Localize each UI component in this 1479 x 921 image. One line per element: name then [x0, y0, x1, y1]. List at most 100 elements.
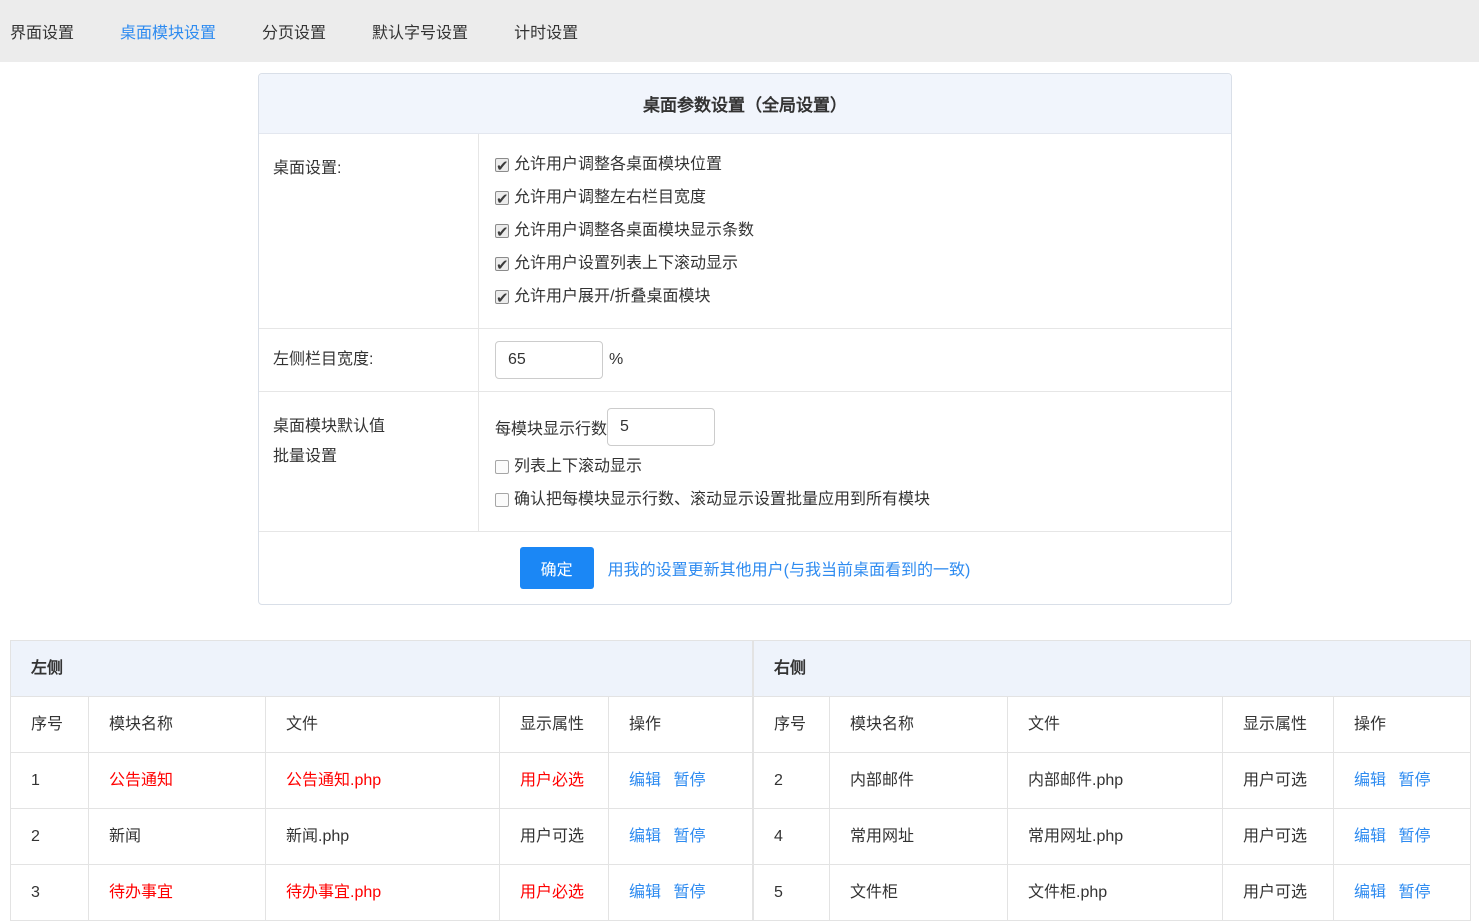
- tab-default-font-size-settings[interactable]: 默认字号设置: [372, 19, 468, 43]
- option-batch-apply-all: 确认把每模块显示行数、滚动显示设置批量应用到所有模块: [495, 488, 1215, 512]
- right-table-band: 右侧: [754, 641, 1471, 697]
- checkbox-adjust-module-position[interactable]: [495, 158, 509, 172]
- option-label: 允许用户展开/折叠桌面模块: [514, 285, 710, 309]
- left-table-title: 左侧: [11, 641, 753, 697]
- cell-actions: 编辑 暂停: [1334, 865, 1471, 921]
- checkbox-expand-collapse[interactable]: [495, 290, 509, 304]
- col-header-actions: 操作: [609, 697, 753, 753]
- pause-link[interactable]: 暂停: [673, 772, 705, 789]
- module-tables: 左侧 序号 模块名称 文件 显示属性 操作 1 公告通知 公告通知.php 用户…: [10, 640, 1469, 921]
- cell-module-name: 公告通知: [89, 753, 266, 809]
- panel-footer: 确定 用我的设置更新其他用户(与我当前桌面看到的一致): [259, 532, 1231, 604]
- option-label: 确认把每模块显示行数、滚动显示设置批量应用到所有模块: [514, 488, 930, 512]
- cell-display-attr: 用户可选: [1223, 809, 1334, 865]
- edit-link[interactable]: 编辑: [1354, 884, 1386, 901]
- option-label: 允许用户调整各桌面模块显示条数: [514, 219, 754, 243]
- percent-unit-label: %: [609, 351, 623, 369]
- cell-file: 待办事宜.php: [266, 865, 500, 921]
- checkbox-adjust-column-width[interactable]: [495, 191, 509, 205]
- module-defaults-content: 每模块显示行数 列表上下滚动显示 确认把每模块显示行数、滚动显示设置批量应用到所…: [479, 392, 1231, 531]
- table-row: 1 公告通知 公告通知.php 用户必选 编辑 暂停: [11, 753, 753, 809]
- cell-module-name: 新闻: [89, 809, 266, 865]
- cell-no: 1: [11, 753, 89, 809]
- col-header-no: 序号: [754, 697, 830, 753]
- module-defaults-label-line1: 桌面模块默认值: [273, 412, 464, 442]
- col-header-display-attr: 显示属性: [500, 697, 609, 753]
- edit-link[interactable]: 编辑: [629, 772, 661, 789]
- col-header-module-name: 模块名称: [830, 697, 1008, 753]
- table-row: 4 常用网址 常用网址.php 用户可选 编辑 暂停: [754, 809, 1471, 865]
- option-adjust-module-position: 允许用户调整各桌面模块位置: [495, 153, 1215, 177]
- cell-file: 新闻.php: [266, 809, 500, 865]
- cell-module-name: 待办事宜: [89, 865, 266, 921]
- cell-display-attr: 用户可选: [1223, 865, 1334, 921]
- right-table-title: 右侧: [754, 641, 1471, 697]
- table-row: 2 新闻 新闻.php 用户可选 编辑 暂停: [11, 809, 753, 865]
- cell-no: 2: [754, 753, 830, 809]
- pause-link[interactable]: 暂停: [673, 884, 705, 901]
- tab-desktop-module-settings[interactable]: 桌面模块设置: [120, 19, 216, 43]
- left-column-width-input[interactable]: [495, 341, 603, 379]
- desktop-settings-row: 桌面设置: 允许用户调整各桌面模块位置 允许用户调整左右栏目宽度 允许用户调整各…: [259, 134, 1231, 329]
- option-label: 允许用户调整左右栏目宽度: [514, 186, 706, 210]
- cell-actions: 编辑 暂停: [1334, 809, 1471, 865]
- desktop-settings-options: 允许用户调整各桌面模块位置 允许用户调整左右栏目宽度 允许用户调整各桌面模块显示…: [479, 134, 1231, 328]
- module-defaults-row: 桌面模块默认值 批量设置 每模块显示行数 列表上下滚动显示 确认把每模块显示行数…: [259, 392, 1231, 532]
- cell-module-name: 内部邮件: [830, 753, 1008, 809]
- cell-no: 2: [11, 809, 89, 865]
- edit-link[interactable]: 编辑: [1354, 828, 1386, 845]
- cell-actions: 编辑 暂停: [609, 865, 753, 921]
- col-header-file: 文件: [266, 697, 500, 753]
- desktop-settings-label: 桌面设置:: [259, 134, 479, 328]
- col-header-module-name: 模块名称: [89, 697, 266, 753]
- cell-module-name: 文件柜: [830, 865, 1008, 921]
- table-row: 2 内部邮件 内部邮件.php 用户可选 编辑 暂停: [754, 753, 1471, 809]
- col-header-actions: 操作: [1334, 697, 1471, 753]
- cell-file: 内部邮件.php: [1008, 753, 1223, 809]
- option-list-scroll: 允许用户设置列表上下滚动显示: [495, 252, 1215, 276]
- table-row: 5 文件柜 文件柜.php 用户可选 编辑 暂停: [754, 865, 1471, 921]
- tab-interface-settings[interactable]: 界面设置: [10, 19, 74, 43]
- cell-display-attr: 用户可选: [500, 809, 609, 865]
- confirm-button[interactable]: 确定: [520, 547, 594, 589]
- option-expand-collapse: 允许用户展开/折叠桌面模块: [495, 285, 1215, 309]
- cell-module-name: 常用网址: [830, 809, 1008, 865]
- table-row: 3 待办事宜 待办事宜.php 用户必选 编辑 暂停: [11, 865, 753, 921]
- pause-link[interactable]: 暂停: [1399, 828, 1431, 845]
- option-adjust-display-count: 允许用户调整各桌面模块显示条数: [495, 219, 1215, 243]
- option-adjust-column-width: 允许用户调整左右栏目宽度: [495, 186, 1215, 210]
- cell-file: 公告通知.php: [266, 753, 500, 809]
- option-label: 允许用户调整各桌面模块位置: [514, 153, 722, 177]
- checkbox-batch-list-scroll[interactable]: [495, 460, 509, 474]
- update-other-users-link[interactable]: 用我的设置更新其他用户(与我当前桌面看到的一致): [608, 556, 971, 580]
- cell-file: 文件柜.php: [1008, 865, 1223, 921]
- edit-link[interactable]: 编辑: [629, 884, 661, 901]
- tab-timing-settings[interactable]: 计时设置: [514, 19, 578, 43]
- option-label: 列表上下滚动显示: [514, 455, 642, 479]
- edit-link[interactable]: 编辑: [629, 828, 661, 845]
- cell-file: 常用网址.php: [1008, 809, 1223, 865]
- cell-no: 5: [754, 865, 830, 921]
- col-header-file: 文件: [1008, 697, 1223, 753]
- tab-pagination-settings[interactable]: 分页设置: [262, 19, 326, 43]
- pause-link[interactable]: 暂停: [1399, 772, 1431, 789]
- option-label: 允许用户设置列表上下滚动显示: [514, 252, 738, 276]
- checkbox-list-scroll[interactable]: [495, 257, 509, 271]
- col-header-display-attr: 显示属性: [1223, 697, 1334, 753]
- pause-link[interactable]: 暂停: [1399, 884, 1431, 901]
- left-table-band: 左侧: [11, 641, 753, 697]
- rows-per-module-label: 每模块显示行数: [495, 415, 607, 439]
- module-defaults-label-line2: 批量设置: [273, 442, 464, 472]
- rows-per-module-field: 每模块显示行数: [495, 408, 1215, 446]
- left-column-width-label: 左侧栏目宽度:: [259, 329, 479, 391]
- rows-per-module-input[interactable]: [607, 408, 715, 446]
- cell-display-attr: 用户必选: [500, 753, 609, 809]
- cell-display-attr: 用户可选: [1223, 753, 1334, 809]
- cell-display-attr: 用户必选: [500, 865, 609, 921]
- checkbox-adjust-display-count[interactable]: [495, 224, 509, 238]
- cell-no: 4: [754, 809, 830, 865]
- pause-link[interactable]: 暂停: [673, 828, 705, 845]
- left-modules-table: 左侧 序号 模块名称 文件 显示属性 操作 1 公告通知 公告通知.php 用户…: [10, 640, 753, 921]
- edit-link[interactable]: 编辑: [1354, 772, 1386, 789]
- checkbox-batch-apply-all[interactable]: [495, 493, 509, 507]
